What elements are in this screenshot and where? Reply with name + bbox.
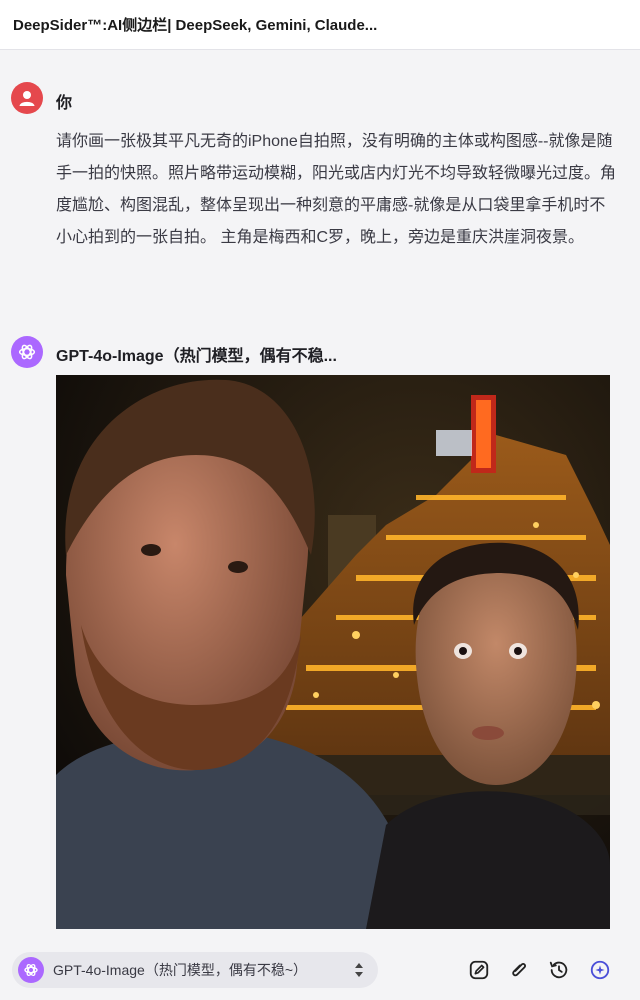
selfie-photo — [56, 375, 610, 929]
model-selector[interactable]: GPT-4o-Image（热门模型，偶有不稳~） — [12, 952, 378, 988]
openai-logo-icon — [18, 344, 36, 360]
user-name: 你 — [56, 95, 73, 112]
sort-arrows-icon — [355, 963, 363, 977]
history-icon — [549, 961, 568, 979]
new-chat-icon — [590, 960, 610, 980]
edit-icon — [469, 960, 489, 980]
history-button[interactable] — [545, 956, 573, 984]
user-icon — [19, 91, 35, 106]
composer-bar: GPT-4o-Image（热门模型，偶有不稳~） — [0, 940, 640, 1000]
model-label: GPT-4o-Image（热门模型，偶有不稳~） — [53, 962, 307, 978]
attach-button[interactable] — [505, 956, 533, 984]
openai-logo-icon — [24, 963, 38, 977]
window-title: DeepSider™:AI侧边栏| DeepSeek, Gemini, Clau… — [13, 17, 378, 34]
generated-image[interactable] — [56, 375, 610, 929]
attach-icon — [512, 962, 527, 977]
bot-avatar — [11, 336, 43, 368]
title-bar: DeepSider™:AI侧边栏| DeepSeek, Gemini, Clau… — [0, 0, 640, 50]
model-avatar — [18, 957, 44, 983]
user-message-text: 请你画一张极其平凡无奇的iPhone自拍照，没有明确的主体或构图感--就像是随手… — [56, 133, 617, 246]
bot-name: GPT-4o-Image（热门模型，偶有不稳... — [56, 348, 337, 365]
edit-button[interactable] — [465, 956, 493, 984]
new-chat-button[interactable] — [586, 956, 614, 984]
user-avatar — [11, 82, 43, 114]
